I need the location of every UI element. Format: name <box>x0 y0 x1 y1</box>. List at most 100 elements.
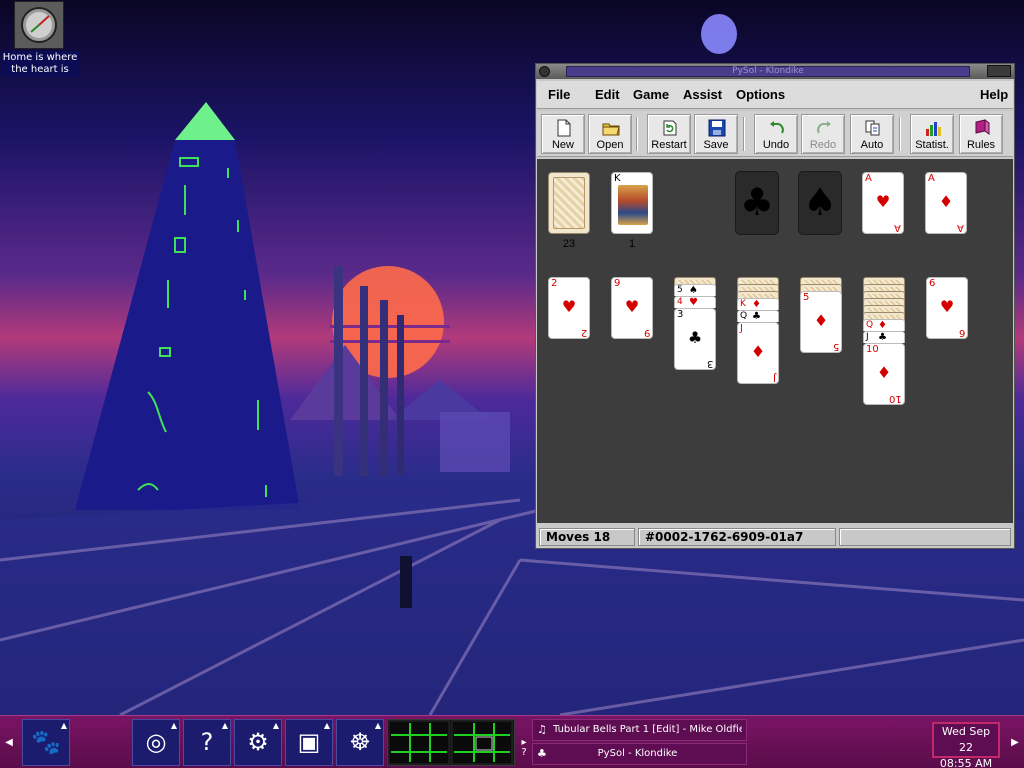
foundation-diamonds[interactable]: A ♦ A <box>925 172 967 234</box>
workspace-pager[interactable] <box>387 719 515 766</box>
toolbar-separator <box>899 117 901 151</box>
waste-pile[interactable]: K <box>611 172 653 234</box>
launcher-helm-wheel[interactable]: ☸ ▲ <box>336 719 384 766</box>
music-app-icon: ♫ <box>537 723 547 736</box>
tableau-card[interactable]: J ♣ <box>863 331 905 343</box>
titlebar-drag-area[interactable]: PySol - Klondike <box>566 66 970 77</box>
menu-game[interactable]: Game <box>633 87 669 102</box>
window-controls-button[interactable] <box>987 65 1011 77</box>
clock-date: Wed Sep 22 <box>941 725 991 754</box>
tool-label: Save <box>703 139 729 151</box>
card-suit-icon: ♦ <box>876 363 892 382</box>
card-suit-icon: ♣ <box>878 332 887 343</box>
card-rank: 10 <box>866 344 879 355</box>
menu-file[interactable]: File <box>548 87 570 102</box>
gnome-panel: ◀ 🐾 ▲ ◎ ▲? ▲ ⚙ ▲ ▣ ▲ ☸ ▲ ▸ ♫ Tubular Bells Part 1 … <box>0 715 1024 768</box>
desktop-clock-applet[interactable] <box>14 1 64 49</box>
game-table[interactable]: 23 K 1 ♣ ♠ A ♥ A A ♦ A 2 ♥ 2 9 ♥ 9 5 ♠ 4 ♥ 3 ♣ 3 K ♦ Q ♣… <box>537 159 1013 523</box>
foundation-clubs[interactable]: ♣ <box>735 171 779 235</box>
clock-time: 08:55 AM <box>939 757 993 768</box>
card-rank: 2 <box>580 327 587 338</box>
rules-button[interactable]: Rules <box>959 114 1003 154</box>
card-suit-icon: ♣ <box>687 328 703 347</box>
open-button[interactable]: Open <box>588 114 632 154</box>
redo-arrow-icon <box>817 121 831 134</box>
launcher-menu-arrow-icon: ▲ <box>374 721 381 730</box>
launcher-cd-player[interactable]: ◎ ▲ <box>132 719 180 766</box>
game-number: #0002-1762-6909-01a7 <box>638 528 836 546</box>
tableau-card[interactable]: 3 ♣ 3 <box>674 308 716 370</box>
status-extra <box>839 528 1011 546</box>
card-rank: Q <box>866 320 874 330</box>
restart-button[interactable]: Restart <box>647 114 691 154</box>
card-rank: J <box>740 323 743 334</box>
tool-label: Redo <box>809 139 837 151</box>
statistics-button[interactable]: Statist. <box>910 114 954 154</box>
tableau-card[interactable]: 9 ♥ 9 <box>611 277 653 339</box>
new-button[interactable]: New <box>541 114 585 154</box>
launcher-menu-arrow-icon: ▲ <box>170 721 177 730</box>
auto-button[interactable]: Auto <box>850 114 894 154</box>
tool-label: Auto <box>860 139 884 151</box>
menu-assist[interactable]: Assist <box>683 87 722 102</box>
task-pysol[interactable]: ♣ PySol - Klondike <box>532 743 747 765</box>
gnome-foot-icon: 🐾 <box>31 728 61 756</box>
tableau-card[interactable]: 5 ♦ 5 <box>800 291 842 353</box>
launcher-terminal-monitor[interactable]: ▣ ▲ <box>285 719 333 766</box>
window-menu-button[interactable] <box>539 66 550 77</box>
tableau-card[interactable]: 10 ♦ 10 <box>863 343 905 405</box>
task-indicator[interactable]: ? <box>517 746 531 760</box>
card-suit-icon: ♦ <box>878 320 887 331</box>
menu-options[interactable]: Options <box>736 87 785 102</box>
task-tubular-bells[interactable]: ♫ Tubular Bells Part 1 [Edit] - Mike Old… <box>532 719 747 741</box>
launcher-settings-gear[interactable]: ⚙ ▲ <box>234 719 282 766</box>
menu-help[interactable]: Help <box>980 87 1008 102</box>
toolbar: New Open Restart Save Undo Redo Auto Sta… <box>537 111 1013 157</box>
menu-edit[interactable]: Edit <box>595 87 620 102</box>
card-suit-icon: ♣ <box>752 311 761 322</box>
undo-button[interactable]: Undo <box>754 114 798 154</box>
redo-button[interactable]: Redo <box>801 114 845 154</box>
tool-label: New <box>551 139 574 151</box>
task-label: PySol - Klondike <box>597 748 678 759</box>
save-disk-icon <box>708 119 726 137</box>
panel-clock[interactable]: Wed Sep 22 08:55 AM <box>932 722 1000 768</box>
heart-suit-icon: ♥ <box>875 192 891 211</box>
tableau-card[interactable]: 4 ♥ <box>674 296 716 308</box>
stock-pile[interactable] <box>548 172 590 234</box>
card-rank: 6 <box>929 278 936 289</box>
tableau-card[interactable]: 2 ♥ 2 <box>548 277 590 339</box>
foundation-spades[interactable]: ♠ <box>798 171 842 235</box>
tool-label: Rules <box>966 139 996 151</box>
window-titlebar[interactable]: PySol - Klondike <box>536 64 1014 79</box>
tableau-card[interactable]: Q ♣ <box>737 310 779 322</box>
foundation-hearts[interactable]: A ♥ A <box>862 172 904 234</box>
tableau-card[interactable]: K ♦ <box>737 298 779 310</box>
launcher-help[interactable]: ? ▲ <box>183 719 231 766</box>
save-button[interactable]: Save <box>694 114 738 154</box>
stock-count: 23 <box>562 238 576 250</box>
settings-gear-icon: ⚙ <box>247 728 269 756</box>
card-rank: 4 <box>677 297 683 307</box>
tableau-card[interactable]: Q ♦ <box>863 319 905 331</box>
card-rank: J <box>773 372 776 383</box>
tool-label: Statist. <box>915 139 949 151</box>
menubar: File Edit Game Assist Options Help <box>537 81 1013 109</box>
panel-hide-right-arrow[interactable]: ▶ <box>1008 736 1022 750</box>
card-suit-icon: ♥ <box>939 297 955 316</box>
card-rank: K <box>740 299 746 309</box>
card-rank: 6 <box>958 327 965 338</box>
launcher-menu-arrow-icon: ▲ <box>221 721 228 730</box>
panel-hide-left-arrow[interactable]: ◀ <box>2 736 16 750</box>
moves-counter: Moves 18 <box>539 528 635 546</box>
tableau-card[interactable]: 6 ♥ 6 <box>926 277 968 339</box>
card-suit-icon: ♦ <box>752 299 761 310</box>
launcher-menu-arrow-icon: ▲ <box>60 721 67 730</box>
tableau-card[interactable]: J ♦ J <box>737 322 779 384</box>
launcher-gnome-foot[interactable]: 🐾 ▲ <box>22 719 70 766</box>
launcher-menu-arrow-icon: ▲ <box>272 721 279 730</box>
tableau-card[interactable]: 5 ♠ <box>674 284 716 296</box>
rules-book-icon <box>975 119 990 135</box>
club-suit-icon: ♣ <box>739 180 775 224</box>
open-folder-icon <box>602 123 620 136</box>
